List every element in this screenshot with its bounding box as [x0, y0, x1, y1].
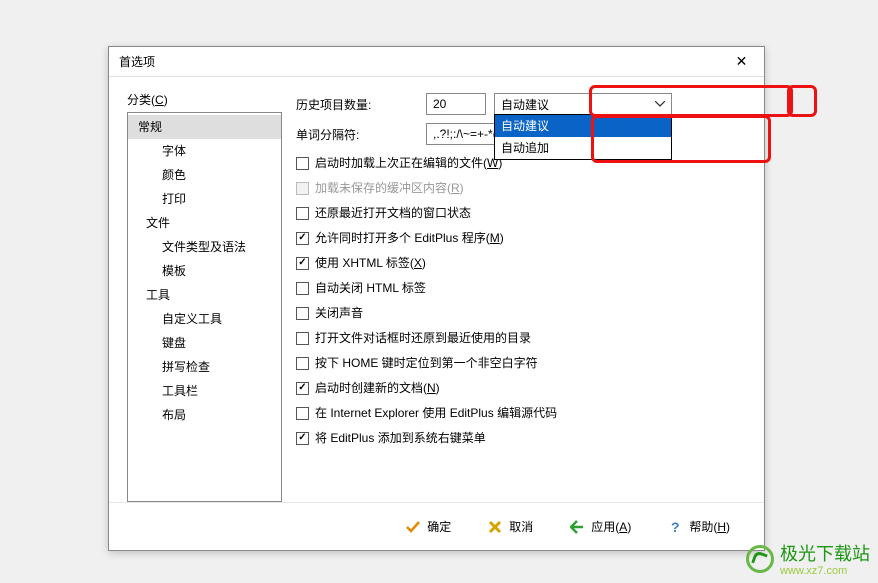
checkbox-label: 将 EditPlus 添加到系统右键菜单 [315, 428, 486, 448]
checkbox-row[interactable]: 在 Internet Explorer 使用 EditPlus 编辑源代码 [296, 403, 746, 423]
checkbox[interactable] [296, 232, 309, 245]
suggest-combo[interactable]: 自动建议 [494, 93, 672, 115]
watermark-url: www.xz7.com [780, 566, 870, 577]
checkbox-label: 按下 HOME 键时定位到第一个非空白字符 [315, 353, 538, 373]
checkbox[interactable] [296, 357, 309, 370]
checkbox-row[interactable]: 关闭声音 [296, 303, 746, 323]
suggest-dropdown[interactable]: 自动建议自动追加 [494, 114, 672, 160]
chevron-down-icon [653, 97, 667, 111]
checkbox [296, 182, 309, 195]
checkbox-row[interactable]: 允许同时打开多个 EditPlus 程序(M) [296, 228, 746, 248]
checkbox[interactable] [296, 407, 309, 420]
separator-label: 单词分隔符: [296, 126, 426, 143]
cancel-icon [487, 519, 503, 535]
ok-button[interactable]: 确定 [399, 514, 457, 539]
tree-item[interactable]: 文件 [128, 211, 281, 235]
dialog-body: 分类(C) 常规字体颜色打印文件文件类型及语法模板工具自定义工具键盘拼写检查工具… [109, 77, 764, 502]
tree-item[interactable]: 颜色 [128, 163, 281, 187]
checkbox-label: 使用 XHTML 标签(X) [315, 253, 426, 273]
checkbox-label: 启动时创建新的文档(N) [315, 378, 440, 398]
checkbox[interactable] [296, 257, 309, 270]
checkbox-label: 加载未保存的缓冲区内容(R) [315, 178, 464, 198]
checkbox[interactable] [296, 432, 309, 445]
checkbox-label: 还原最近打开文档的窗口状态 [315, 203, 471, 223]
apply-button[interactable]: 应用(A) [563, 514, 637, 539]
help-button[interactable]: ? 帮助(H) [661, 514, 736, 539]
suggest-combo-wrapper: 自动建议 自动建议自动追加 [494, 93, 672, 115]
tree-item[interactable]: 常规 [128, 115, 281, 139]
checkbox-row[interactable]: 打开文件对话框时还原到最近使用的目录 [296, 328, 746, 348]
close-button[interactable]: ✕ [719, 47, 764, 77]
checkbox-label: 在 Internet Explorer 使用 EditPlus 编辑源代码 [315, 403, 557, 423]
checkbox-list: 启动时加载上次正在编辑的文件(W) 加载未保存的缓冲区内容(R) 还原最近打开文档的… [296, 153, 746, 448]
checkbox[interactable] [296, 307, 309, 320]
checkbox-label: 允许同时打开多个 EditPlus 程序(M) [315, 228, 504, 248]
checkbox-row[interactable]: 将 EditPlus 添加到系统右键菜单 [296, 428, 746, 448]
watermark-logo-icon [746, 545, 774, 573]
close-icon: ✕ [736, 53, 748, 70]
dropdown-item[interactable]: 自动建议 [495, 115, 671, 137]
tree-item[interactable]: 字体 [128, 139, 281, 163]
category-column: 分类(C) 常规字体颜色打印文件文件类型及语法模板工具自定义工具键盘拼写检查工具… [127, 91, 282, 502]
checkbox-row[interactable]: 按下 HOME 键时定位到第一个非空白字符 [296, 353, 746, 373]
tree-item[interactable]: 工具 [128, 283, 281, 307]
tree-item[interactable]: 拼写检查 [128, 355, 281, 379]
titlebar: 首选项 ✕ [109, 47, 764, 77]
history-count-input[interactable] [426, 93, 486, 115]
tree-item[interactable]: 模板 [128, 259, 281, 283]
dialog-footer: 确定 取消 应用(A) ? 帮助(H) [109, 502, 764, 550]
tree-item[interactable]: 打印 [128, 187, 281, 211]
dialog-title: 首选项 [119, 53, 155, 70]
watermark: 极光下载站 www.xz7.com [746, 540, 870, 577]
check-icon [405, 519, 421, 535]
history-count-label: 历史项目数量: [296, 96, 426, 113]
settings-panel: 历史项目数量: 自动建议 自动建议自动追加 单词分隔符: 启动时加载上次正在编辑… [296, 91, 746, 502]
checkbox[interactable] [296, 207, 309, 220]
tree-item[interactable]: 工具栏 [128, 379, 281, 403]
checkbox-row[interactable]: 加载未保存的缓冲区内容(R) [296, 178, 746, 198]
checkbox[interactable] [296, 382, 309, 395]
annotation-highlight [787, 85, 817, 117]
dropdown-item[interactable]: 自动追加 [495, 137, 671, 159]
suggest-combo-selected: 自动建议 [501, 96, 549, 113]
checkbox-row[interactable]: 还原最近打开文档的窗口状态 [296, 203, 746, 223]
checkbox-row[interactable]: 使用 XHTML 标签(X) [296, 253, 746, 273]
tree-item[interactable]: 文件类型及语法 [128, 235, 281, 259]
apply-icon [569, 519, 585, 535]
tree-item[interactable]: 布局 [128, 403, 281, 427]
category-tree[interactable]: 常规字体颜色打印文件文件类型及语法模板工具自定义工具键盘拼写检查工具栏布局 [127, 112, 282, 502]
checkbox-label: 关闭声音 [315, 303, 363, 323]
cancel-button[interactable]: 取消 [481, 514, 539, 539]
checkbox-label: 启动时加载上次正在编辑的文件(W) [315, 153, 502, 173]
checkbox-label: 打开文件对话框时还原到最近使用的目录 [315, 328, 531, 348]
checkbox[interactable] [296, 332, 309, 345]
checkbox-label: 自动关闭 HTML 标签 [315, 278, 426, 298]
category-label: 分类(C) [127, 91, 282, 108]
checkbox[interactable] [296, 157, 309, 170]
checkbox-row[interactable]: 启动时创建新的文档(N) [296, 378, 746, 398]
tree-item[interactable]: 键盘 [128, 331, 281, 355]
tree-item[interactable]: 自定义工具 [128, 307, 281, 331]
preferences-dialog: 首选项 ✕ 分类(C) 常规字体颜色打印文件文件类型及语法模板工具自定义工具键盘… [108, 46, 765, 551]
checkbox-row[interactable]: 自动关闭 HTML 标签 [296, 278, 746, 298]
history-count-row: 历史项目数量: 自动建议 自动建议自动追加 [296, 93, 746, 115]
checkbox[interactable] [296, 282, 309, 295]
watermark-text: 极光下载站 [780, 544, 870, 564]
help-icon: ? [667, 519, 683, 535]
